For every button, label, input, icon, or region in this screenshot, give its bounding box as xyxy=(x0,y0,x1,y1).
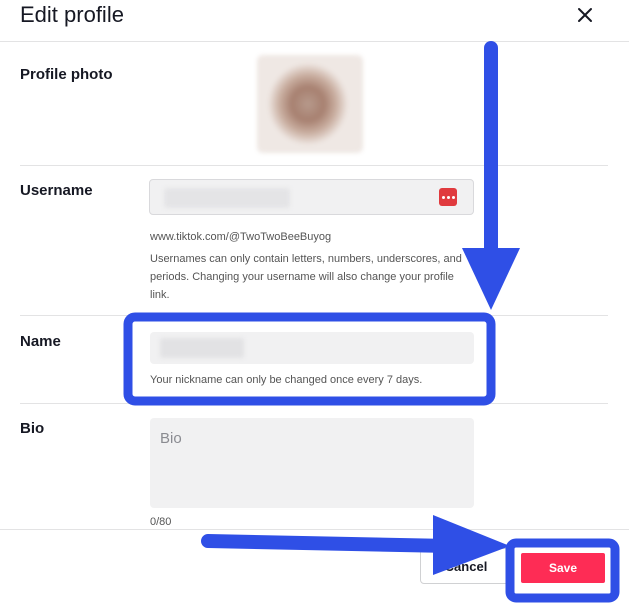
username-input[interactable] xyxy=(149,179,474,215)
dialog-header: Edit profile xyxy=(0,0,629,42)
username-value-redacted xyxy=(164,188,290,208)
bio-character-count: 0/80 xyxy=(150,516,172,528)
profile-link: www.tiktok.com/@TwoTwoBeeBuyog xyxy=(150,231,332,243)
annotation-arrow-right xyxy=(201,534,457,553)
footer-divider xyxy=(0,529,629,530)
save-button[interactable]: Save xyxy=(521,553,605,583)
name-input[interactable] xyxy=(150,332,474,364)
username-label: Username xyxy=(20,182,93,199)
divider xyxy=(20,315,608,316)
bio-textarea[interactable]: Bio xyxy=(150,418,474,508)
avatar[interactable] xyxy=(257,55,363,153)
cancel-button[interactable]: Cancel xyxy=(420,548,512,584)
divider xyxy=(20,165,608,166)
password-manager-icon[interactable] xyxy=(439,188,457,206)
name-value-redacted xyxy=(160,338,244,358)
bio-label: Bio xyxy=(20,420,45,437)
close-icon[interactable] xyxy=(574,4,596,26)
username-help-line-2: periods. Changing your username will als… xyxy=(150,271,454,283)
username-help-line-3: link. xyxy=(150,289,170,301)
edit-profile-dialog: Edit profile Profile photo Username www.… xyxy=(0,0,629,605)
name-help: Your nickname can only be changed once e… xyxy=(150,374,423,386)
profile-photo-label: Profile photo xyxy=(20,66,113,83)
dialog-title: Edit profile xyxy=(20,2,124,27)
name-label: Name xyxy=(20,333,61,350)
divider xyxy=(20,403,608,404)
username-help-line-1: Usernames can only contain letters, numb… xyxy=(150,253,462,265)
